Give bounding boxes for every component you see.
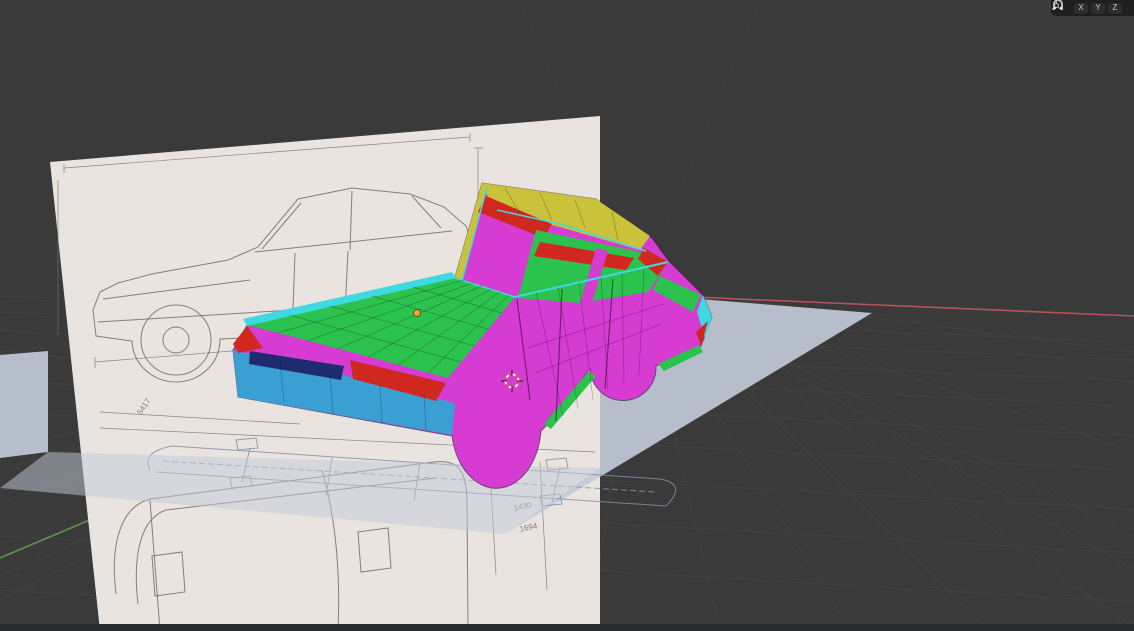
floor-plane-surface-left[interactable] bbox=[0, 351, 48, 458]
snap-magnet-icon[interactable] bbox=[1053, 0, 1134, 14]
blender-3d-viewport[interactable]: 1406 5417 1430 1694 bbox=[0, 0, 1134, 631]
axis-z-button[interactable]: Z bbox=[1108, 2, 1122, 14]
viewport-header-toolbar: X Y Z bbox=[1051, 0, 1134, 16]
axis-y-button[interactable]: Y bbox=[1091, 2, 1105, 14]
viewport-canvas[interactable]: 1406 5417 1430 1694 bbox=[0, 0, 1134, 631]
object-origin-point bbox=[413, 309, 421, 317]
axis-x-button[interactable]: X bbox=[1074, 2, 1088, 14]
window-footer-strip bbox=[0, 624, 1134, 631]
